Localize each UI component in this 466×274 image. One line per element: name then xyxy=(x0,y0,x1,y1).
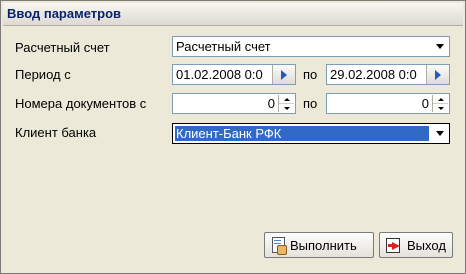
docs-to-stepper[interactable]: 0 xyxy=(326,93,450,114)
run-button-label: Выполнить xyxy=(290,237,357,253)
period-to-value: 29.02.2008 0:0 xyxy=(330,67,417,82)
exit-button[interactable]: Выход xyxy=(379,232,453,258)
dialog-title: Ввод параметров xyxy=(7,6,122,21)
spin-down-icon[interactable] xyxy=(433,104,448,112)
docs-to-spin-buttons xyxy=(432,95,448,112)
docs-from-value: 0 xyxy=(267,96,275,111)
chevron-down-icon[interactable] xyxy=(432,38,448,55)
period-to-picker-button[interactable] xyxy=(426,65,449,84)
period-from-picker-button[interactable] xyxy=(272,65,295,84)
exit-door-icon xyxy=(386,238,402,253)
exit-button-label: Выход xyxy=(407,237,446,253)
spin-down-icon[interactable] xyxy=(279,104,294,112)
run-button[interactable]: Выполнить xyxy=(264,232,374,258)
docs-to-label: по xyxy=(303,96,318,111)
spin-up-icon[interactable] xyxy=(433,95,448,104)
account-select[interactable]: Расчетный счет xyxy=(172,36,450,57)
spin-up-icon[interactable] xyxy=(279,95,294,104)
docs-from-spin-buttons xyxy=(278,95,294,112)
docs-to-value: 0 xyxy=(421,96,429,111)
docs-from-stepper[interactable]: 0 xyxy=(172,93,296,114)
play-arrow-icon xyxy=(281,69,287,80)
account-label: Расчетный счет xyxy=(15,40,110,55)
account-select-value: Расчетный счет xyxy=(176,39,271,54)
bank-select-value: Клиент-Банк РФК xyxy=(176,126,282,141)
period-to-label: по xyxy=(303,67,318,82)
parameters-dialog: Ввод параметров Расчетный счет Расчетный… xyxy=(0,0,466,274)
chevron-down-icon[interactable] xyxy=(432,125,448,142)
period-from-field[interactable]: 01.02.2008 0:0 xyxy=(172,64,296,85)
period-label: Период с xyxy=(15,67,71,82)
bank-label: Клиент банка xyxy=(15,125,97,140)
title-bar: Ввод параметров xyxy=(3,3,463,26)
period-from-value: 01.02.2008 0:0 xyxy=(176,67,263,82)
document-run-icon xyxy=(271,237,287,255)
play-arrow-icon xyxy=(435,69,441,80)
period-to-field[interactable]: 29.02.2008 0:0 xyxy=(326,64,450,85)
docs-label: Номера документов с xyxy=(15,96,147,111)
bank-select[interactable]: Клиент-Банк РФК xyxy=(172,123,450,144)
